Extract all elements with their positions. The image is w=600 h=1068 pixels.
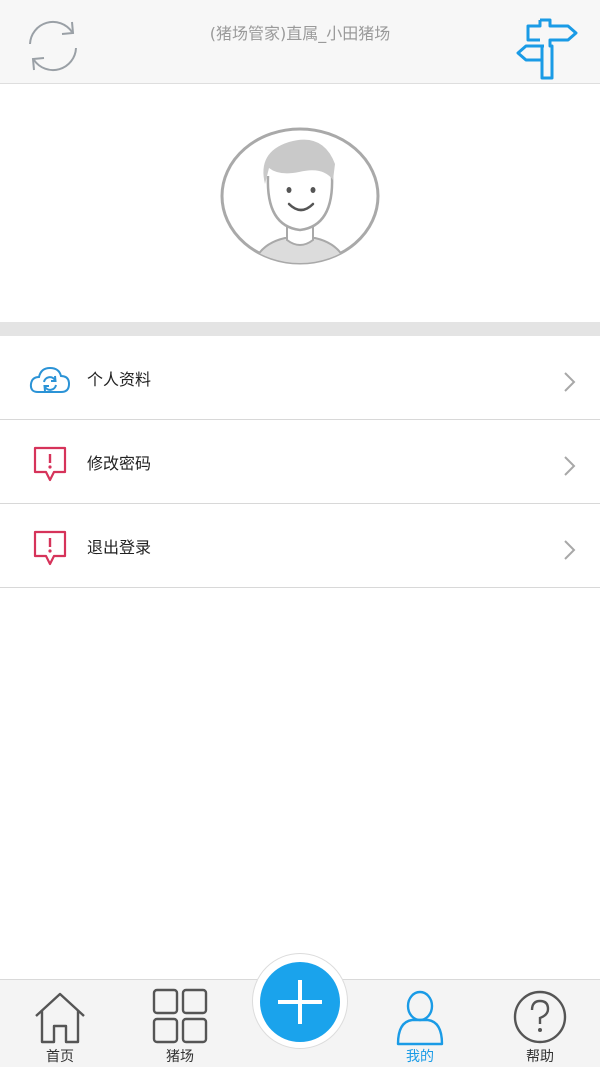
- top-bar: (猪场管家)直属_小田猪场: [0, 0, 600, 84]
- home-icon: [35, 992, 85, 1044]
- help-icon: [513, 990, 567, 1044]
- menu-item-label: 退出登录: [87, 538, 152, 557]
- cloud-sync-icon: [29, 366, 71, 393]
- chevron-right-icon: [564, 540, 576, 560]
- menu-item-label: 个人资料: [87, 370, 152, 389]
- user-icon: [396, 990, 444, 1046]
- menu-item-profile[interactable]: 个人资料: [0, 336, 600, 420]
- tab-label: 帮助: [526, 1049, 554, 1065]
- signpost-button[interactable]: [514, 16, 580, 80]
- menu-item-change-password[interactable]: 修改密码: [0, 420, 600, 504]
- tab-farm[interactable]: 猪场: [120, 980, 240, 1068]
- grid-icon: [152, 988, 208, 1044]
- profile-section: [0, 84, 600, 322]
- menu-item-logout[interactable]: 退出登录: [0, 504, 600, 588]
- tab-label: 我的: [406, 1049, 434, 1065]
- plus-icon: [278, 980, 322, 1024]
- add-button[interactable]: [260, 962, 340, 1042]
- settings-menu: 个人资料 修改密码 退出登录: [0, 336, 600, 588]
- avatar[interactable]: [219, 126, 381, 266]
- signpost-icon: [516, 18, 578, 80]
- tab-label: 首页: [46, 1049, 74, 1065]
- tab-help[interactable]: 帮助: [480, 980, 600, 1068]
- bottom-tab-bar: 首页 猪场 我的 帮助: [0, 953, 600, 1068]
- chevron-right-icon: [564, 372, 576, 392]
- tab-label: 猪场: [166, 1049, 194, 1065]
- alert-icon: [33, 530, 67, 566]
- tab-mine[interactable]: 我的: [360, 980, 480, 1068]
- section-divider: [0, 322, 600, 336]
- menu-item-label: 修改密码: [87, 454, 152, 473]
- chevron-right-icon: [564, 456, 576, 476]
- alert-icon: [33, 446, 67, 482]
- page-title: (猪场管家)直属_小田猪场: [209, 24, 391, 43]
- tab-home[interactable]: 首页: [0, 980, 120, 1068]
- user-avatar-icon: [220, 127, 380, 265]
